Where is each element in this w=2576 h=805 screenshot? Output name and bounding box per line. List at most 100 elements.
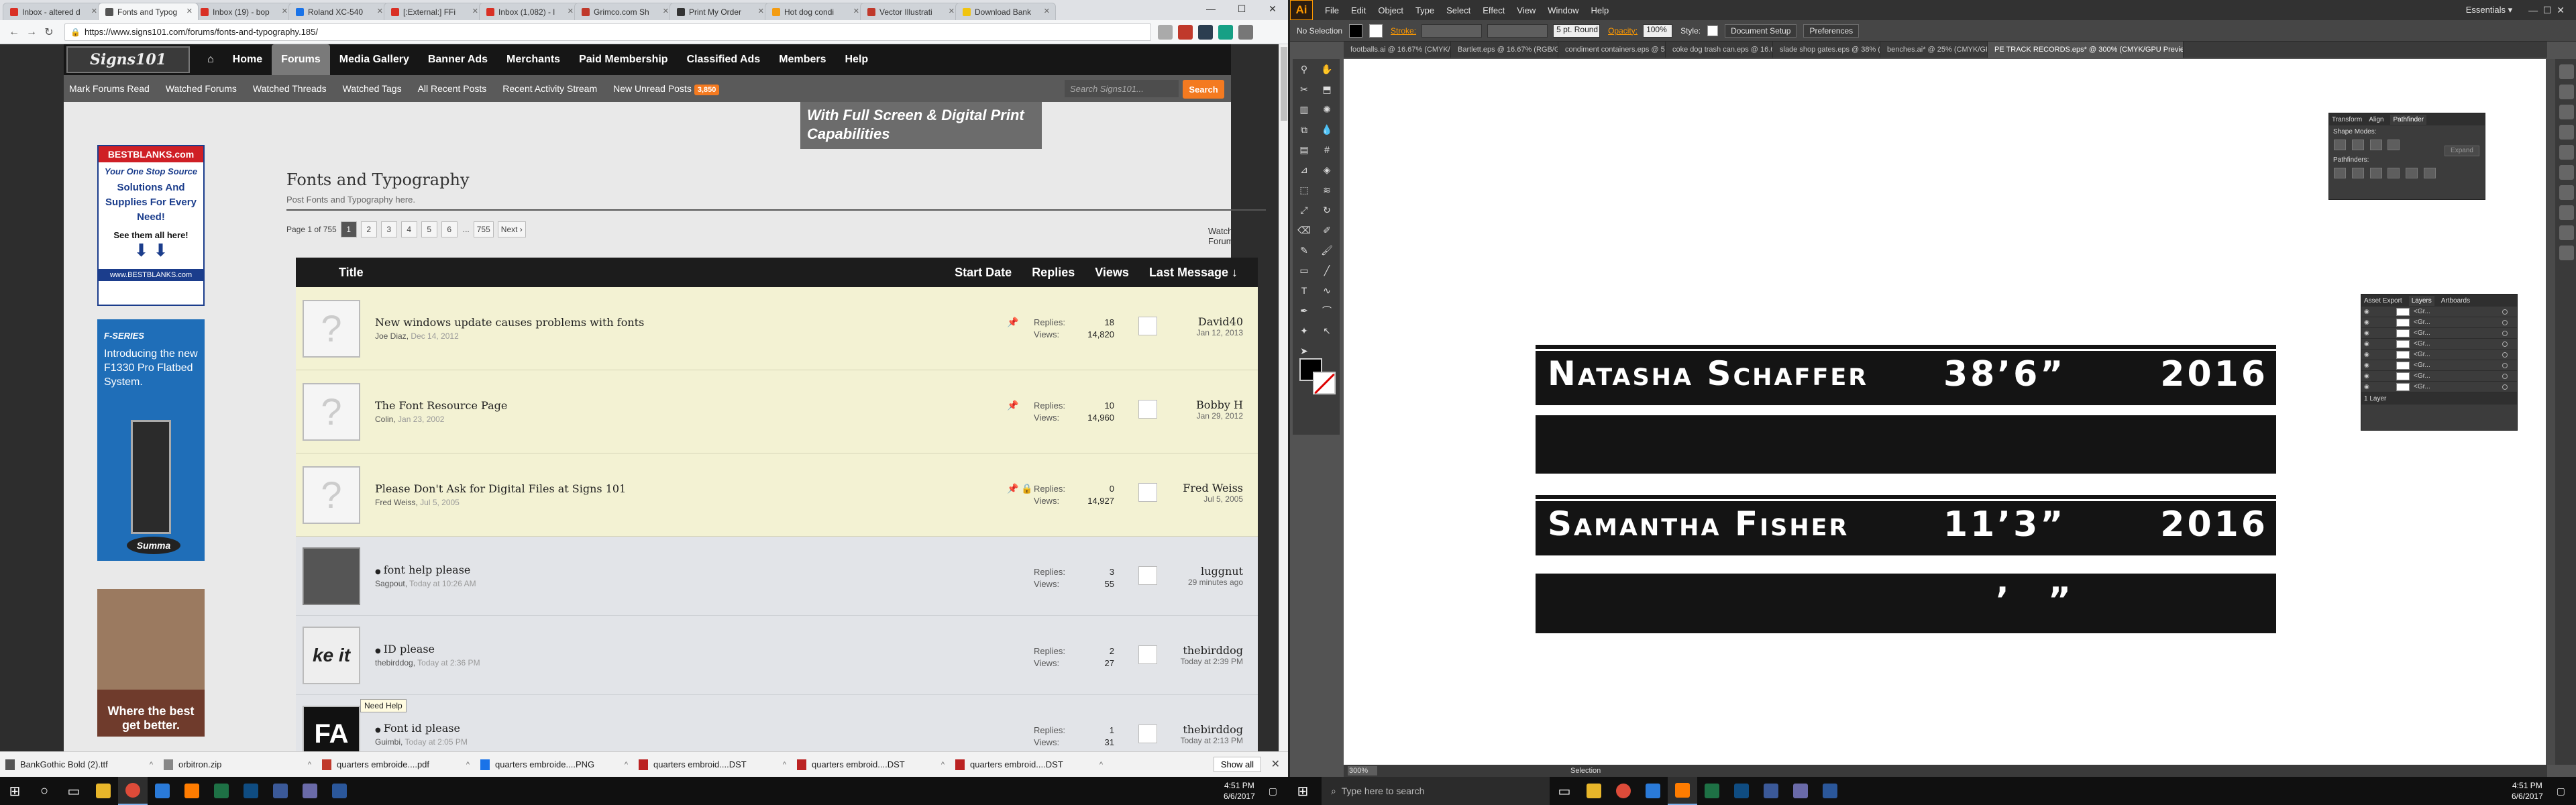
last-poster[interactable]: thebirddog [1181, 723, 1243, 736]
extension-icon[interactable] [1198, 24, 1213, 40]
close-tab-icon[interactable]: ✕ [472, 7, 478, 15]
line-tool-icon[interactable]: ╱ [1317, 262, 1337, 278]
thread-row[interactable]: ? New windows update causes problems with… [296, 287, 1258, 370]
expand-button[interactable]: Expand [2445, 146, 2479, 156]
align-tab[interactable]: Align [2369, 116, 2383, 123]
taskbar-search-input[interactable]: ⌕ Type here to search [1322, 777, 1550, 805]
thread-title[interactable]: ● font help please [375, 564, 476, 576]
url-bar[interactable]: 🔒 https://www.signs101.com/forums/fonts-… [64, 23, 1151, 41]
close-tab-icon[interactable]: ✕ [853, 7, 859, 15]
symbol-sprayer-tool-icon[interactable]: ✺ [1317, 101, 1337, 117]
app-icon[interactable] [266, 777, 295, 805]
symbols-panel-icon[interactable] [2559, 125, 2574, 140]
col-views[interactable]: Views [1095, 266, 1129, 280]
document-tab[interactable]: footballs.ai @ 16.67% (CMYK/GPU P... [1344, 42, 1451, 58]
target-icon[interactable] [2502, 384, 2508, 390]
magic-wand-tool-icon[interactable]: ✦ [1294, 323, 1314, 339]
thread-title[interactable]: ● ID please [375, 643, 480, 655]
user-avatar[interactable]: ke it [303, 626, 360, 684]
merge-button[interactable] [2369, 168, 2382, 178]
document-tab[interactable]: coke dog trash can.eps @ 16.67% (... [1666, 42, 1773, 58]
reload-icon[interactable]: ↻ [40, 23, 58, 41]
watched-forums-link[interactable]: Watched Forums [166, 83, 237, 94]
chevron-up-icon[interactable]: ^ [625, 761, 628, 769]
thread-title[interactable]: New windows update causes problems with … [375, 316, 644, 329]
user-avatar[interactable] [303, 547, 360, 605]
eyedropper-tool-icon[interactable]: 💧 [1317, 121, 1337, 138]
crop-button[interactable] [2387, 168, 2400, 178]
stroke-weight-field[interactable] [1421, 23, 1483, 38]
stroke-label[interactable]: Stroke: [1391, 26, 1416, 36]
extension-icon[interactable] [1218, 24, 1233, 40]
artboards-tab[interactable]: Artboards [2441, 297, 2470, 305]
mark-forums-read-link[interactable]: Mark Forums Read [69, 83, 150, 94]
close-tab-icon[interactable]: ✕ [91, 7, 97, 15]
last-poster[interactable]: thebirddog [1181, 644, 1243, 657]
nav-classified-ads[interactable]: Classified Ads [678, 44, 770, 75]
windows-start-icon[interactable]: ⊞ [0, 777, 30, 805]
app-icon[interactable] [325, 777, 354, 805]
exclude-button[interactable] [2387, 140, 2400, 150]
download-item[interactable]: quarters embroide....PNG ^ [480, 759, 633, 770]
illustrator-icon[interactable] [177, 777, 207, 805]
layer-row[interactable]: ◉ <Gr... [2361, 382, 2517, 392]
minimize-icon[interactable]: — [1195, 0, 1226, 17]
download-item[interactable]: quarters embroid....DST ^ [639, 759, 792, 770]
last-poster-avatar[interactable] [1138, 724, 1157, 743]
close-tab-icon[interactable]: ✕ [282, 7, 288, 15]
thread-row[interactable]: ? Please Don't Ask for Digital Files at S… [296, 453, 1258, 537]
layer-row[interactable]: ◉ <Gr... [2361, 360, 2517, 371]
target-icon[interactable] [2502, 352, 2508, 358]
last-post-time[interactable]: Today at 2:39 PM [1181, 657, 1243, 666]
excel-icon[interactable] [1697, 777, 1727, 805]
slice-tool-icon[interactable]: ✂ [1294, 81, 1314, 97]
outline-button[interactable] [2406, 168, 2418, 178]
col-last-message[interactable]: Last Message ↓ [1149, 266, 1238, 280]
column-graph-tool-icon[interactable]: ▥ [1294, 101, 1314, 117]
perspective-tool-icon[interactable]: ⊿ [1294, 162, 1314, 178]
menu-icon[interactable] [1238, 24, 1253, 40]
download-item[interactable]: quarters embroid....DST ^ [797, 759, 950, 770]
zoom-field[interactable]: 300% [1348, 766, 1377, 775]
nav-members[interactable]: Members [769, 44, 835, 75]
show-all-downloads-button[interactable]: Show all [1213, 757, 1261, 772]
scale-tool-icon[interactable]: ⤢ [1294, 202, 1314, 218]
nav-paid-membership[interactable]: Paid Membership [570, 44, 677, 75]
last-poster[interactable]: David40 [1197, 315, 1243, 328]
close-tab-icon[interactable]: ✕ [568, 7, 574, 15]
opacity-label[interactable]: Opacity: [1608, 26, 1638, 36]
layers-tab[interactable]: Layers [2408, 295, 2434, 306]
chevron-up-icon[interactable]: ^ [308, 761, 311, 769]
layers-panel-icon[interactable] [2559, 246, 2574, 260]
download-item[interactable]: quarters embroide....pdf ^ [322, 759, 475, 770]
user-avatar[interactable]: FA [303, 705, 360, 751]
stroke-color-box[interactable] [1313, 372, 1336, 394]
download-item[interactable]: quarters embroid....DST ^ [955, 759, 1108, 770]
swatches-panel-icon[interactable] [2559, 85, 2574, 99]
last-post-time[interactable]: 29 minutes ago [1188, 578, 1243, 587]
watched-tags-link[interactable]: Watched Tags [343, 83, 402, 94]
watched-threads-link[interactable]: Watched Threads [253, 83, 327, 94]
last-poster-avatar[interactable] [1138, 400, 1157, 419]
col-title[interactable]: Title [339, 266, 364, 280]
asset-export-tab[interactable]: Asset Export [2364, 297, 2402, 305]
stroke-panel-icon[interactable] [2559, 145, 2574, 160]
gradient-tool-icon[interactable]: ▤ [1294, 142, 1314, 158]
menu-edit[interactable]: Edit [1351, 5, 1366, 15]
site-logo[interactable]: Signs101 [66, 46, 190, 73]
pen-tool-icon[interactable]: ✒ [1294, 303, 1314, 319]
thread-row[interactable]: ? The Font Resource Page Colin, Jan 23, 20… [296, 370, 1258, 453]
menu-help[interactable]: Help [1591, 5, 1609, 15]
browser-tab[interactable]: Inbox (19) - bop ✕ [193, 3, 294, 20]
thread-author[interactable]: Sagpout [375, 579, 405, 588]
chevron-up-icon[interactable]: ^ [150, 761, 153, 769]
forward-icon[interactable]: → [23, 23, 40, 41]
edge-icon[interactable] [1638, 777, 1668, 805]
chrome-icon[interactable] [1609, 777, 1638, 805]
target-icon[interactable] [2502, 319, 2508, 325]
visibility-eye-icon[interactable]: ◉ [2364, 383, 2373, 390]
page-link[interactable]: 755 [473, 221, 494, 237]
thread-row[interactable]: FA ● Font id please Guimbi, Today at 2:05 P… [296, 695, 1258, 751]
last-poster[interactable]: Bobby H [1196, 398, 1243, 411]
brush-field[interactable]: 5 pt. Round [1553, 23, 1601, 38]
